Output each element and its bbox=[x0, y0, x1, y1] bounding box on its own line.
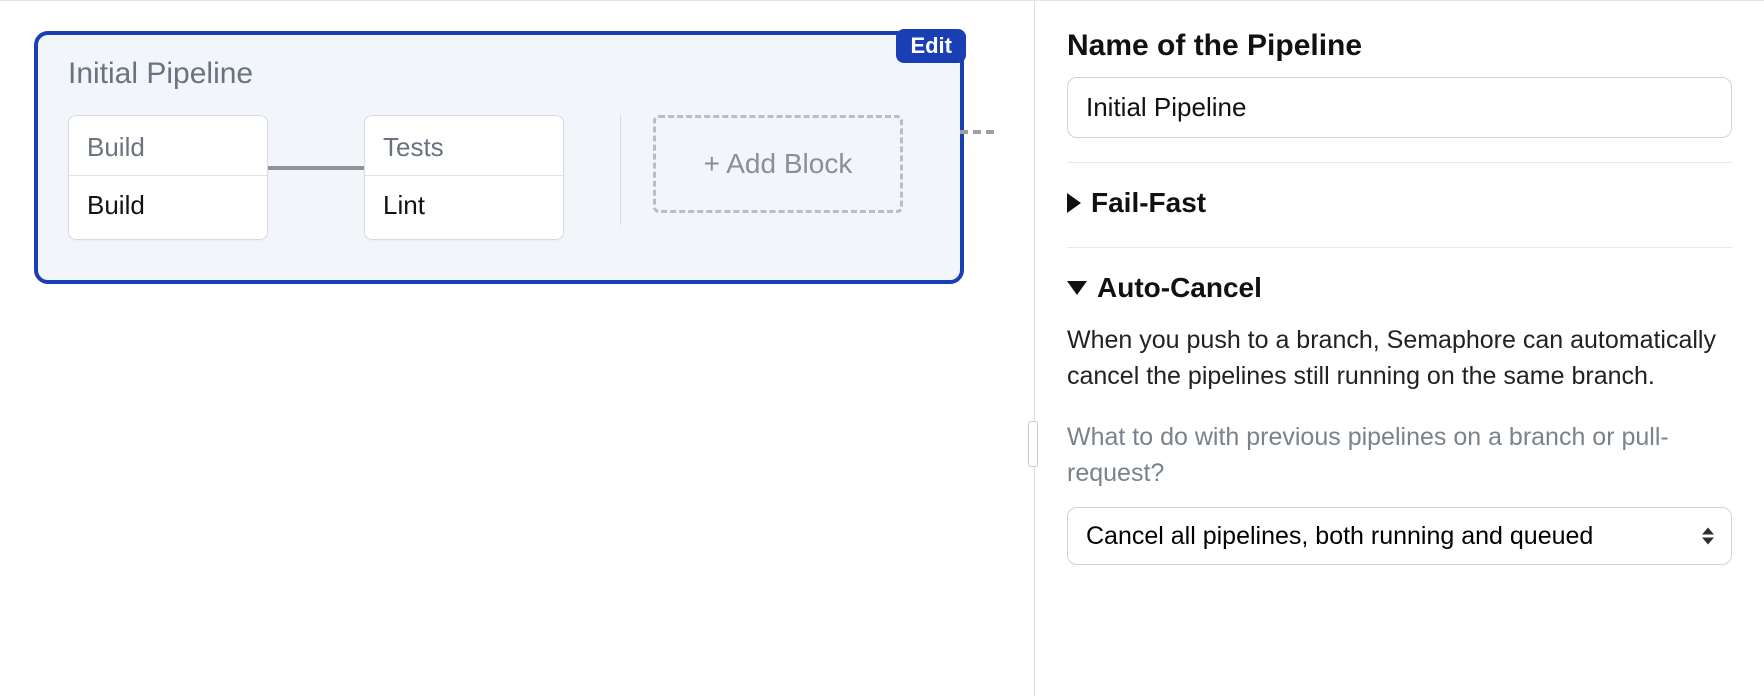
auto-cancel-toggle[interactable]: Auto-Cancel bbox=[1067, 272, 1732, 308]
block-job: Build bbox=[69, 176, 267, 239]
auto-cancel-title: Auto-Cancel bbox=[1097, 272, 1262, 304]
block-connector bbox=[268, 166, 364, 170]
fail-fast-title: Fail-Fast bbox=[1091, 187, 1206, 219]
auto-cancel-description: When you push to a branch, Semaphore can… bbox=[1067, 322, 1732, 395]
block-name: Build bbox=[69, 116, 267, 176]
auto-cancel-section: Auto-Cancel When you push to a branch, S… bbox=[1067, 247, 1732, 565]
auto-cancel-select[interactable]: Cancel all pipelines, both running and q… bbox=[1067, 507, 1732, 565]
pipeline-name-label: Name of the Pipeline bbox=[1067, 29, 1732, 63]
pipeline-canvas: Edit Initial Pipeline Build Build Tests … bbox=[0, 1, 1034, 696]
pipeline-block-tests[interactable]: Tests Lint bbox=[364, 115, 564, 240]
pipeline-to-sidebar-connector bbox=[960, 130, 994, 134]
chevron-down-icon bbox=[1067, 281, 1087, 295]
blocks-separator bbox=[620, 115, 621, 225]
fail-fast-toggle[interactable]: Fail-Fast bbox=[1067, 187, 1732, 223]
add-block-button[interactable]: + Add Block bbox=[653, 115, 903, 213]
chevron-right-icon bbox=[1067, 193, 1081, 213]
settings-sidebar: Name of the Pipeline Fail-Fast Auto-Canc… bbox=[1034, 1, 1764, 696]
auto-cancel-prompt: What to do with previous pipelines on a … bbox=[1067, 419, 1732, 492]
block-name: Tests bbox=[365, 116, 563, 176]
blocks-row: Build Build Tests Lint + Add Block bbox=[68, 115, 930, 240]
auto-cancel-select-wrap: Cancel all pipelines, both running and q… bbox=[1067, 507, 1732, 565]
pipeline-block-build[interactable]: Build Build bbox=[68, 115, 268, 240]
pipeline-card[interactable]: Edit Initial Pipeline Build Build Tests … bbox=[34, 31, 964, 284]
sidebar-resize-handle[interactable] bbox=[1028, 421, 1038, 467]
pipeline-name-input[interactable] bbox=[1067, 77, 1732, 138]
app-root: Edit Initial Pipeline Build Build Tests … bbox=[0, 0, 1764, 696]
edit-badge[interactable]: Edit bbox=[896, 29, 966, 63]
fail-fast-section: Fail-Fast bbox=[1067, 162, 1732, 223]
block-job: Lint bbox=[365, 176, 563, 239]
pipeline-title: Initial Pipeline bbox=[68, 57, 930, 91]
pipeline-name-group: Name of the Pipeline bbox=[1067, 29, 1732, 138]
